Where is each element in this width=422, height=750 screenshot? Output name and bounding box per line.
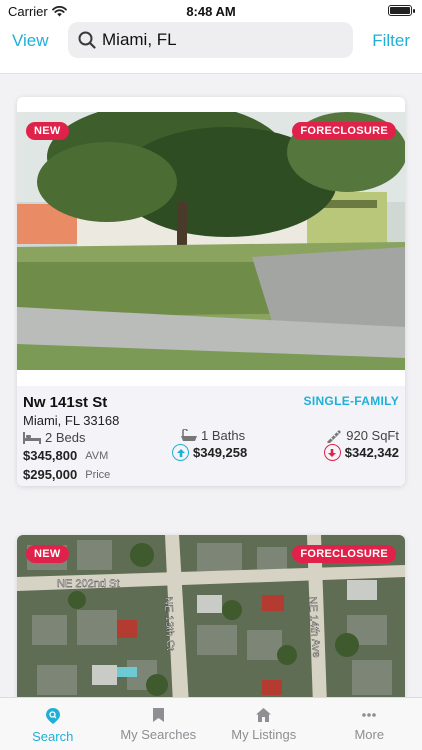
listings-feed[interactable]: NEW FORECLOSURE Nw 141st St SINGLE-FAMIL… <box>0 75 422 697</box>
listing-card[interactable]: NE 202nd St NE 13th Ct NE 14th Ave NEW F… <box>17 535 405 697</box>
baths-label: 1 Baths <box>201 428 246 443</box>
listing-street: Nw 141st St <box>23 394 108 411</box>
listing-city: Miami, FL 33168 <box>23 413 120 428</box>
low-estimate-value: $342,342 <box>344 445 399 460</box>
listing-map-image[interactable]: NE 202nd St NE 13th Ct NE 14th Ave NEW F… <box>17 535 405 697</box>
status-bar: Carrier 8:48 AM <box>0 0 422 22</box>
high-estimate: $349,258 <box>172 444 247 461</box>
home-icon <box>256 708 272 722</box>
beds-info: 2 Beds <box>23 430 85 445</box>
search-input[interactable]: Miami, FL <box>68 22 353 58</box>
tab-my-listings-label: My Listings <box>231 727 297 742</box>
avm-value: $345,800 AVM <box>23 448 108 463</box>
map-label-street-2: NE 13th Ct <box>162 597 176 651</box>
beds-label: 2 Beds <box>45 430 86 445</box>
listing-price: $295,000 Price <box>23 467 110 482</box>
tab-more-label: More <box>354 727 385 742</box>
search-icon <box>78 31 96 49</box>
battery-icon <box>388 5 415 16</box>
new-badge: NEW <box>26 122 69 140</box>
low-estimate: $342,342 <box>323 444 399 461</box>
bed-icon <box>23 431 41 444</box>
foreclosure-badge: FORECLOSURE <box>292 122 396 140</box>
tab-more[interactable]: More <box>317 698 422 750</box>
tab-my-searches-label: My Searches <box>120 727 197 742</box>
search-icon <box>45 708 60 724</box>
arrow-down-icon <box>323 444 341 461</box>
tab-search[interactable]: Search <box>0 698 106 750</box>
tab-bar: Search My Searches My Listings More <box>0 697 422 750</box>
sqft-info: 920 SqFt <box>326 428 399 443</box>
bathtub-icon <box>181 428 197 441</box>
filter-button[interactable]: Filter <box>372 31 410 51</box>
tab-my-listings[interactable]: My Listings <box>211 698 317 750</box>
status-time: 8:48 AM <box>186 4 236 19</box>
more-icon <box>362 713 377 717</box>
property-type: SINGLE-FAMILY <box>303 394 399 408</box>
nav-bar: View Miami, FL Filter <box>0 22 422 74</box>
listing-card[interactable]: NEW FORECLOSURE Nw 141st St SINGLE-FAMIL… <box>17 97 405 486</box>
map-label-street-1: NE 202nd St <box>57 578 119 590</box>
arrow-up-icon <box>172 444 189 461</box>
price-amount: $295,000 <box>23 467 78 482</box>
house-photo-image <box>17 112 405 370</box>
foreclosure-badge: FORECLOSURE <box>292 545 396 563</box>
price-label: Price <box>85 468 111 481</box>
listing-info[interactable]: Nw 141st St SINGLE-FAMILY Miami, FL 3316… <box>17 386 405 486</box>
ruler-icon <box>327 429 342 443</box>
tab-search-label: Search <box>32 729 74 744</box>
new-badge: NEW <box>26 545 69 563</box>
listing-photo[interactable]: NEW FORECLOSURE <box>17 112 405 370</box>
search-value: Miami, FL <box>102 30 177 49</box>
tab-my-searches[interactable]: My Searches <box>106 698 212 750</box>
sqft-label: 920 SqFt <box>346 428 399 443</box>
avm-label: AVM <box>85 449 109 462</box>
avm-amount: $345,800 <box>23 448 78 463</box>
high-estimate-value: $349,258 <box>193 445 248 460</box>
bookmark-icon <box>152 708 164 722</box>
baths-info: 1 Baths <box>181 428 245 443</box>
view-button[interactable]: View <box>12 31 49 51</box>
